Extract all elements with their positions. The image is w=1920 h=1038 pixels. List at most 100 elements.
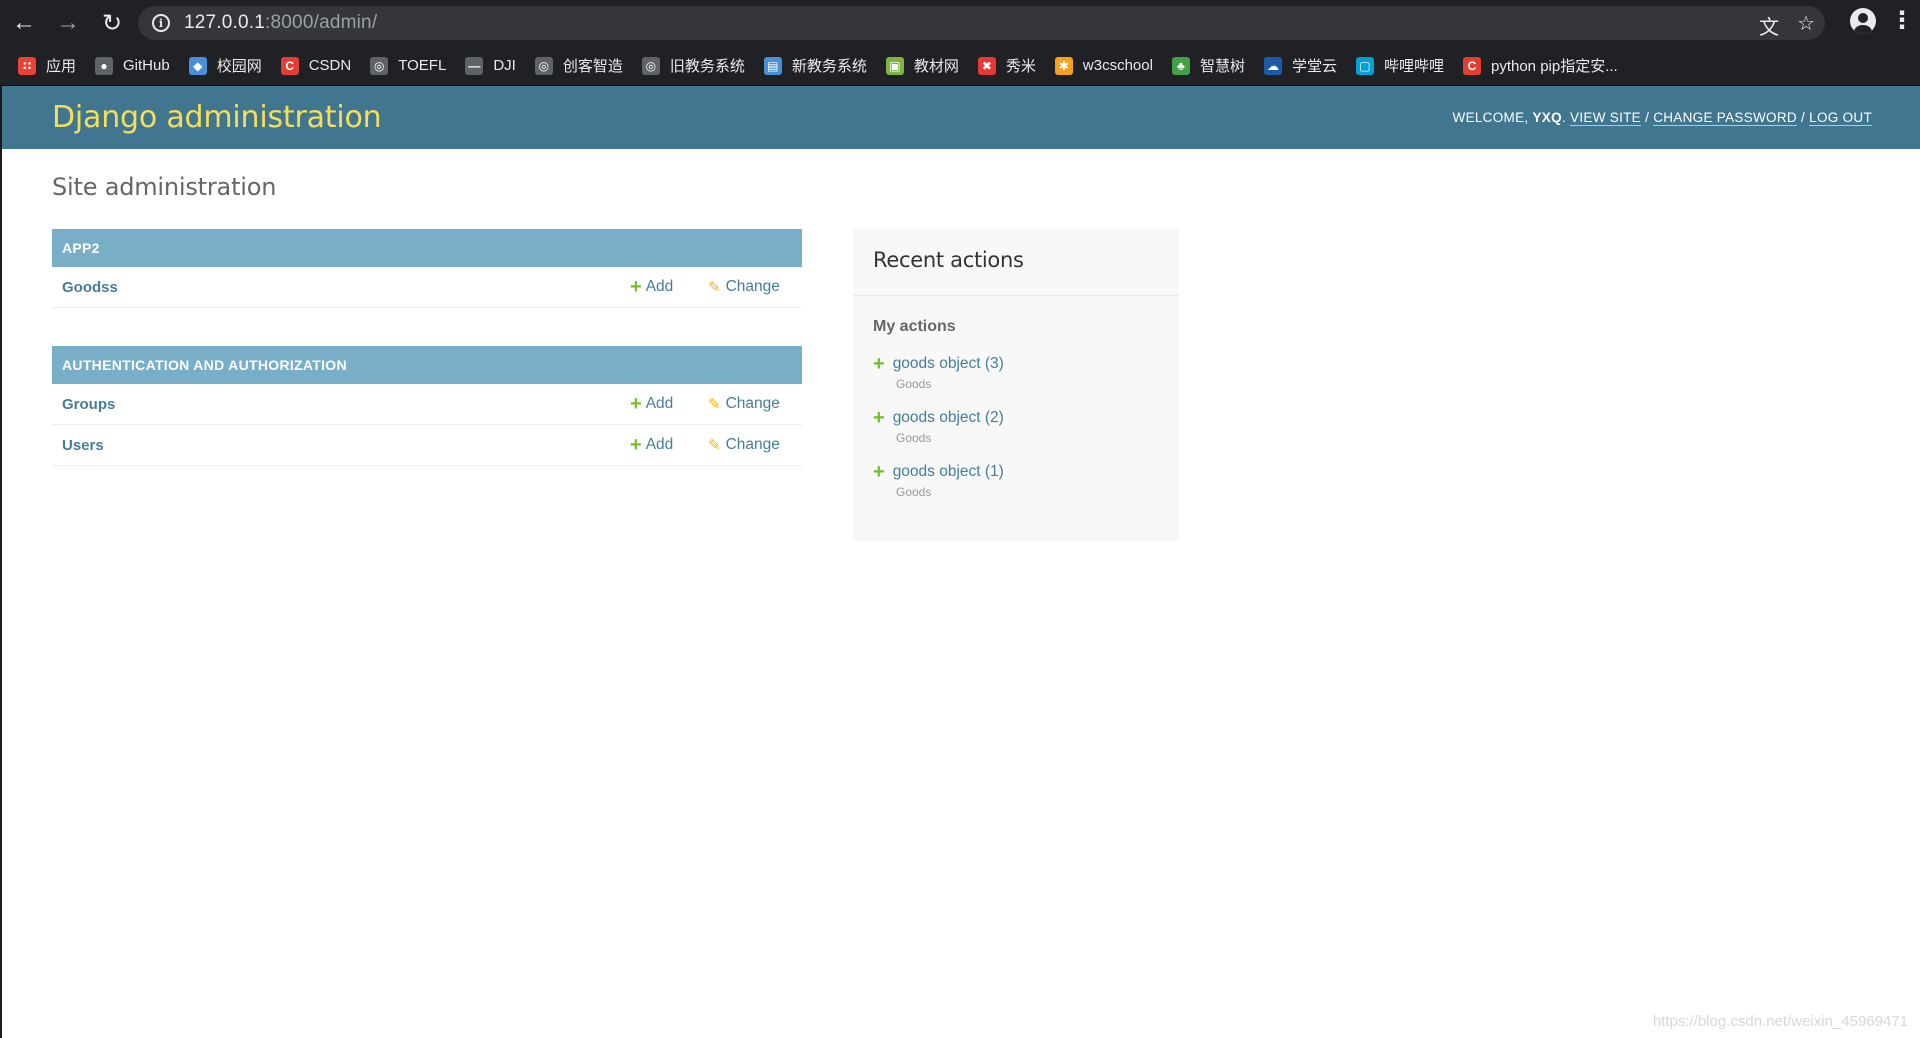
bilibili-icon: ▢ — [1355, 56, 1374, 75]
view-site-link[interactable]: VIEW SITE — [1570, 110, 1641, 126]
bookmark-item[interactable]: Cpython pip指定安... — [1462, 55, 1618, 76]
add-plus-icon: + — [630, 276, 642, 298]
model-link[interactable]: Goodss — [62, 279, 118, 296]
github-icon: ● — [95, 56, 114, 75]
bookmark-label: 旧教务系统 — [669, 58, 745, 75]
site-info-icon[interactable]: i — [152, 14, 170, 32]
recent-action-label: goods object (1) — [892, 463, 1004, 480]
addition-plus-icon: + — [873, 353, 885, 375]
bookmark-item[interactable]: ● GitHub — [95, 56, 170, 75]
bookmark-label: GitHub — [123, 57, 170, 74]
bookmark-label: CSDN — [308, 57, 352, 74]
page-title: Site administration — [52, 173, 277, 201]
reload-icon[interactable]: ↻ — [92, 3, 132, 43]
model-row: Groups + Add ✎ Change — [52, 384, 802, 425]
add-label: Add — [645, 278, 674, 295]
bookmarks-bar: ∷ 应用 ● GitHub ◆ 校园网 C CSDN ◎ TOEFL — DJI ◎ 创客智造 ◎ 旧教务系统… — [0, 46, 1920, 86]
browser-toolbar: ← → ↻ i 127.0.0.1:8000/admin/ 文 ☆ ⋮ — [0, 0, 1920, 46]
bookmark-item[interactable]: ▢ 哔哩哔哩 — [1355, 55, 1444, 76]
bookmark-item[interactable]: ∷ 应用 — [18, 55, 76, 76]
bookmark-label: TOEFL — [398, 57, 447, 74]
bookmark-star-icon[interactable]: ☆ — [1797, 11, 1815, 40]
address-bar[interactable]: i 127.0.0.1:8000/admin/ 文 ☆ — [138, 6, 1825, 40]
xiumi-icon: ✖ — [977, 56, 996, 75]
globe-icon: ◎ — [641, 56, 660, 75]
csdn-icon: C — [280, 56, 299, 75]
bookmark-item[interactable]: ◎ 创客智造 — [534, 55, 623, 76]
browser-menu-icon[interactable]: ⋮ — [1890, 6, 1914, 35]
admin-header: Django administration WELCOME, YXQ. VIEW… — [2, 86, 1920, 149]
cube-icon: ▣ — [885, 56, 904, 75]
recent-actions-title: Recent actions — [853, 228, 1179, 296]
addition-plus-icon: + — [873, 461, 885, 483]
bookmark-item[interactable]: ☁ 学堂云 — [1263, 55, 1337, 76]
bookmark-item[interactable]: ✖ 秀米 — [977, 55, 1036, 76]
separator: / — [1645, 110, 1650, 125]
w3c-icon: ✱ — [1054, 56, 1073, 75]
forward-arrow-icon[interactable]: → — [48, 3, 88, 43]
bookmark-label: 新教务系统 — [791, 58, 867, 75]
recent-actions-panel: Recent actions My actions + goods object … — [853, 228, 1179, 541]
url-text[interactable]: 127.0.0.1:8000/admin/ — [184, 12, 377, 34]
dji-icon: — — [465, 56, 484, 75]
change-link[interactable]: ✎ Change — [708, 278, 780, 296]
bookmark-item[interactable]: ◎ TOEFL — [370, 56, 447, 75]
app-module: APP2 Goodss + Add ✎ Change — [52, 229, 802, 308]
profile-avatar-icon[interactable] — [1850, 7, 1876, 34]
page-icon: ▤ — [763, 56, 782, 75]
csdn-icon: C — [1462, 56, 1481, 75]
app-module: AUTHENTICATION AND AUTHORIZATION Groups + A… — [52, 346, 802, 466]
model-link[interactable]: Users — [62, 437, 104, 454]
bookmark-item[interactable]: — DJI — [465, 56, 516, 75]
bookmark-label: 教材网 — [913, 58, 959, 75]
pencil-icon: ✎ — [708, 279, 721, 296]
site-branding[interactable]: Django administration — [52, 100, 382, 135]
change-label: Change — [725, 436, 780, 453]
bookmark-label: 应用 — [46, 58, 77, 75]
recent-action-label: goods object (3) — [892, 355, 1004, 372]
bookmark-item[interactable]: ▣ 教材网 — [885, 55, 959, 76]
add-link[interactable]: + Add — [630, 277, 673, 297]
bookmark-label: 哔哩哔哩 — [1383, 58, 1444, 75]
bookmark-label: 秀米 — [1005, 58, 1036, 75]
bookmark-label: DJI — [493, 57, 516, 74]
change-password-link[interactable]: CHANGE PASSWORD — [1653, 110, 1797, 126]
recent-action-type: Goods — [896, 485, 932, 499]
back-arrow-icon[interactable]: ← — [4, 3, 44, 43]
recent-action-label: goods object (2) — [892, 409, 1004, 426]
bookmark-item[interactable]: ✱ w3cschool — [1054, 56, 1153, 75]
user-tools: WELCOME, YXQ. VIEW SITE / CHANGE PASSWOR… — [1452, 110, 1872, 126]
add-plus-icon: + — [630, 393, 642, 415]
recent-action-link[interactable]: + goods object (2) — [873, 408, 1179, 428]
addition-plus-icon: + — [873, 407, 885, 429]
separator: / — [1801, 110, 1806, 125]
username: YXQ — [1532, 110, 1562, 125]
bookmark-item[interactable]: ▤ 新教务系统 — [763, 55, 867, 76]
globe-icon: ◎ — [534, 56, 553, 75]
change-link[interactable]: ✎ Change — [708, 395, 780, 413]
add-label: Add — [645, 395, 674, 412]
add-label: Add — [645, 436, 674, 453]
bookmark-label: 智慧树 — [1199, 58, 1245, 75]
recent-action-type: Goods — [896, 377, 932, 391]
bookmark-item[interactable]: ♣ 智慧树 — [1171, 55, 1245, 76]
model-row: Users + Add ✎ Change — [52, 425, 802, 466]
change-label: Change — [725, 395, 780, 412]
module-caption[interactable]: APP2 — [52, 229, 802, 267]
pencil-icon: ✎ — [708, 396, 721, 413]
apps-icon: ∷ — [18, 56, 36, 75]
recent-action-type: Goods — [896, 431, 932, 445]
bookmark-item[interactable]: ◆ 校园网 — [188, 55, 262, 76]
change-link[interactable]: ✎ Change — [708, 436, 780, 454]
recent-action-link[interactable]: + goods object (1) — [873, 462, 1179, 482]
bookmark-item[interactable]: C CSDN — [280, 56, 352, 75]
add-link[interactable]: + Add — [630, 435, 673, 455]
bookmark-label: w3cschool — [1082, 57, 1153, 74]
model-link[interactable]: Groups — [62, 396, 115, 413]
log-out-link[interactable]: LOG OUT — [1809, 110, 1872, 126]
translate-icon[interactable]: 文 — [1759, 11, 1779, 40]
recent-action-link[interactable]: + goods object (3) — [873, 354, 1179, 374]
module-caption[interactable]: AUTHENTICATION AND AUTHORIZATION — [52, 346, 802, 384]
bookmark-item[interactable]: ◎ 旧教务系统 — [641, 55, 745, 76]
add-link[interactable]: + Add — [630, 394, 673, 414]
